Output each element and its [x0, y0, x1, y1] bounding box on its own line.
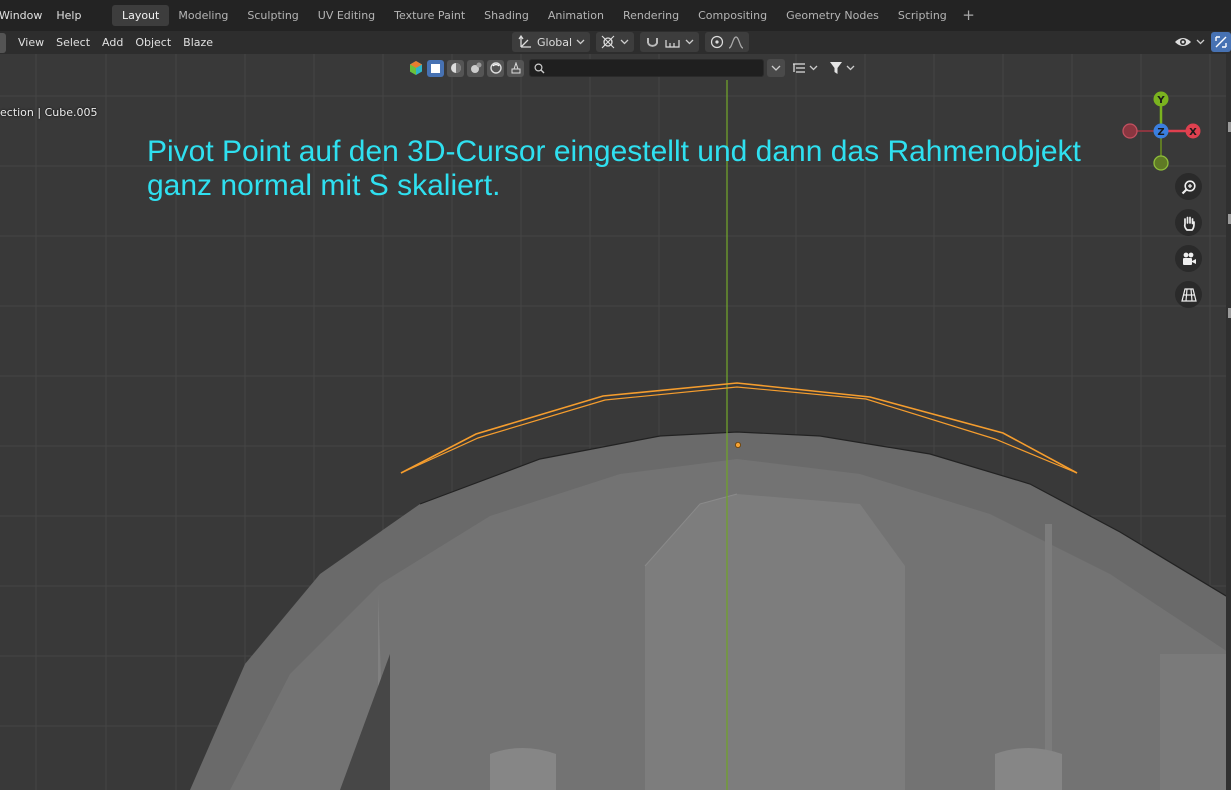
collection-label: ection | Cube.005: [0, 106, 98, 119]
zoom-button[interactable]: [1175, 173, 1202, 200]
top-bar: Window Help Layout Modeling Sculpting UV…: [0, 0, 1231, 31]
chevron-down-icon: [576, 39, 585, 45]
display-mode-dropdown[interactable]: [788, 59, 822, 77]
pivot-point-icon: [601, 35, 615, 49]
tab-layout[interactable]: Layout: [112, 5, 169, 26]
solid-shading-button[interactable]: [447, 59, 464, 77]
chevron-down-icon: [685, 39, 694, 45]
menu-object[interactable]: Object: [129, 36, 177, 49]
tab-rendering[interactable]: Rendering: [613, 5, 688, 26]
neg-y-axis-handle[interactable]: [1153, 155, 1169, 171]
chevron-down-icon: [1196, 39, 1205, 45]
orientation-dropdown[interactable]: Global: [512, 32, 591, 52]
falloff-curve-icon: [728, 36, 744, 49]
transform-controls: Global: [512, 32, 750, 52]
navigation-gizmo[interactable]: Y X Z: [1116, 84, 1206, 174]
orientation-label: Global: [537, 35, 573, 49]
tab-animation[interactable]: Animation: [538, 5, 613, 26]
rendered-shading-button[interactable]: [487, 59, 504, 77]
gizmo-toggle-button[interactable]: [1211, 32, 1231, 52]
zoom-icon: [1181, 179, 1196, 194]
sidebar-edge[interactable]: [1226, 54, 1231, 790]
snapping-controls[interactable]: [640, 32, 700, 52]
blender-window: Window Help Layout Modeling Sculpting UV…: [0, 0, 1231, 790]
proportional-editing-controls[interactable]: [705, 32, 750, 52]
list-tree-icon: [793, 63, 805, 73]
annotation-line-2: ganz normal mit S skaliert.: [147, 169, 501, 202]
tab-uv-editing[interactable]: UV Editing: [308, 5, 384, 26]
eye-icon: [1175, 38, 1191, 46]
camera-view-button[interactable]: [1175, 245, 1202, 272]
rendered-sphere-icon: [489, 62, 502, 74]
object-origin: [735, 441, 742, 448]
square-icon: [431, 63, 440, 73]
funnel-icon: [830, 62, 842, 74]
tab-compositing[interactable]: Compositing: [689, 5, 777, 26]
brush-icon: [511, 62, 520, 74]
menu-help[interactable]: Help: [49, 0, 88, 31]
wireframe-shading-button[interactable]: [427, 59, 444, 77]
annotation-line-1: Pivot Point auf den 3D-Cursor eingestell…: [147, 135, 1081, 168]
menu-blaze[interactable]: Blaze: [177, 36, 219, 49]
tab-modeling[interactable]: Modeling: [169, 5, 238, 26]
tab-texture-paint[interactable]: Texture Paint: [385, 5, 475, 26]
tab-sculpting[interactable]: Sculpting: [238, 5, 308, 26]
add-workspace-button[interactable]: +: [956, 5, 981, 26]
neg-x-axis-handle[interactable]: [1122, 123, 1138, 139]
pivot-point-dropdown[interactable]: [596, 32, 635, 52]
camera-icon: [1182, 252, 1196, 265]
filter-dropdown[interactable]: [825, 59, 859, 77]
header-right-controls: [1172, 32, 1231, 52]
menu-view[interactable]: View: [12, 36, 50, 49]
viewport-tool-row: [408, 59, 859, 77]
menu-select[interactable]: Select: [50, 36, 96, 49]
grid-perspective-icon: [1180, 287, 1197, 302]
visibility-dropdown[interactable]: [1172, 32, 1207, 52]
y-axis-label: Y: [1156, 95, 1165, 106]
dome-mesh[interactable]: [190, 431, 1231, 790]
annotation-text: Pivot Point auf den 3D-Cursor eingestell…: [147, 135, 1081, 203]
search-input[interactable]: [529, 59, 764, 77]
gizmo-icon: [1215, 36, 1227, 48]
chevron-down-icon: [809, 65, 818, 71]
magnet-icon: [647, 38, 659, 47]
material-shading-button[interactable]: [467, 59, 484, 77]
object-type-icon[interactable]: [408, 60, 424, 76]
filter-chevron-dropdown[interactable]: [767, 59, 785, 77]
main-menu: Window Help: [0, 0, 88, 31]
brush-tool-button[interactable]: [507, 59, 524, 77]
chevron-down-icon: [771, 65, 781, 71]
menu-add[interactable]: Add: [96, 36, 129, 49]
x-axis-label: X: [1189, 127, 1197, 138]
solid-sphere-icon: [450, 63, 461, 73]
workspace-tabs: Layout Modeling Sculpting UV Editing Tex…: [112, 5, 980, 26]
tab-geometry-nodes[interactable]: Geometry Nodes: [777, 5, 889, 26]
chevron-down-icon: [620, 39, 629, 45]
editor-type-button[interactable]: [0, 32, 6, 53]
proportional-editing-icon: [710, 35, 724, 49]
material-icon: [470, 62, 481, 73]
orientation-icon: [518, 35, 531, 48]
search-icon: [534, 62, 545, 73]
tab-scripting[interactable]: Scripting: [888, 5, 956, 26]
viewport-header: View Select Add Object Blaze Global: [0, 31, 1231, 54]
navigation-buttons: [1175, 173, 1202, 308]
snap-increment-icon: [665, 40, 680, 48]
pan-button[interactable]: [1175, 209, 1202, 236]
perspective-toggle-button[interactable]: [1175, 281, 1202, 308]
chevron-down-icon: [846, 65, 855, 71]
tab-shading[interactable]: Shading: [475, 5, 539, 26]
z-axis-label: Z: [1157, 127, 1164, 138]
3d-viewport[interactable]: ection | Cube.005 Pivot Point auf den 3D…: [0, 54, 1231, 790]
hand-icon: [1183, 216, 1195, 231]
menu-window[interactable]: Window: [0, 0, 49, 31]
